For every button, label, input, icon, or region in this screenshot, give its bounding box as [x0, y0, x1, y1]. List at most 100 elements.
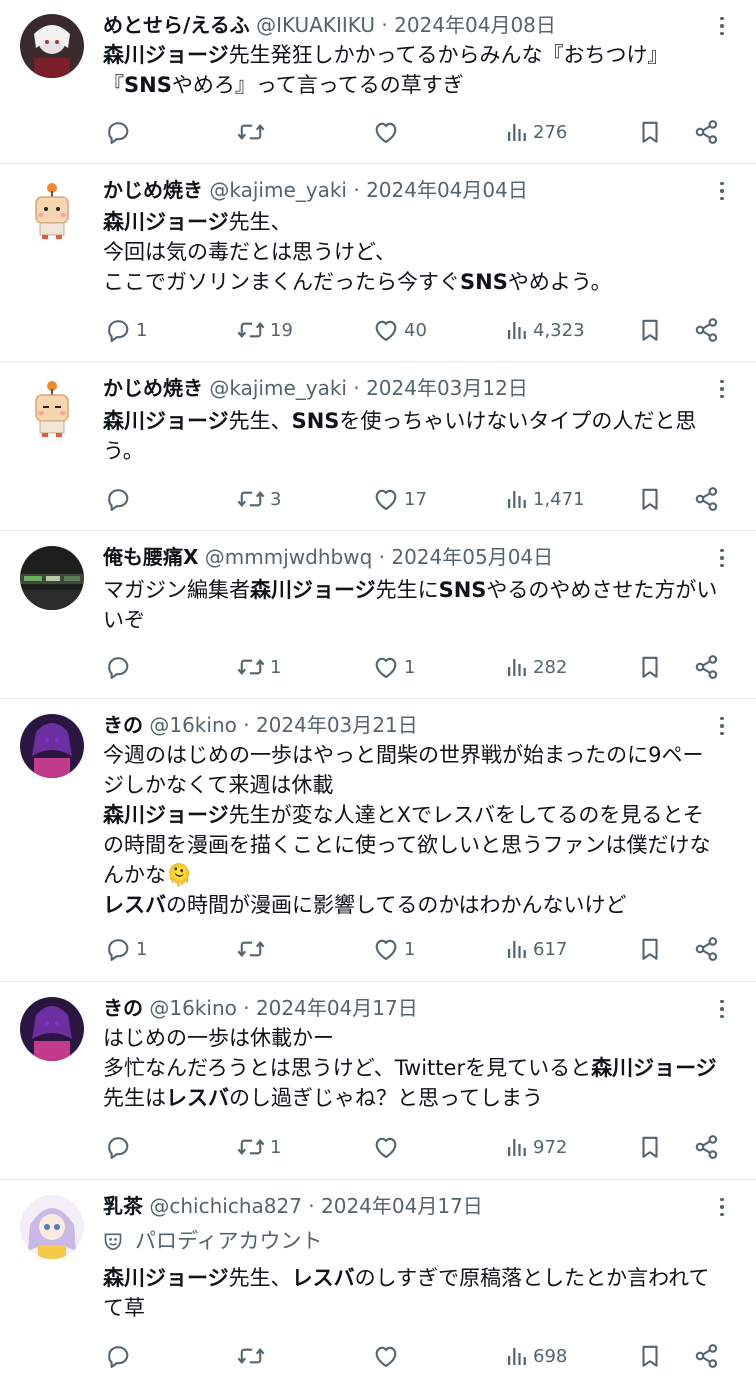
bookmark-icon [637, 935, 663, 963]
display-name[interactable]: 乳茶 [103, 1194, 143, 1218]
bookmark-button[interactable] [637, 1127, 663, 1167]
more-icon[interactable] [712, 997, 732, 1021]
share-button[interactable] [693, 929, 721, 969]
more-icon[interactable] [712, 377, 732, 401]
bookmark-button[interactable] [637, 310, 663, 350]
username[interactable]: @mmmjwdhbwq [205, 545, 372, 569]
tweet-header: かじめ焼き @kajime_yaki · 2024年03月12日 [103, 373, 706, 403]
separator-dot: · [346, 376, 367, 400]
retweet-button[interactable] [236, 929, 270, 969]
tweet[interactable]: めとせら/えるふ @IKUAKIIKU · 2024年04月08日 森川ジョージ… [0, 0, 756, 164]
retweet-button[interactable] [236, 112, 270, 152]
timestamp[interactable]: 2024年04月17日 [256, 996, 418, 1020]
tweet[interactable]: きの @16kino · 2024年03月21日 今週のはじめの一歩はやっと間柴… [0, 700, 756, 982]
more-icon[interactable] [712, 179, 732, 203]
avatar[interactable] [20, 14, 84, 78]
text-segment: SNS [124, 73, 172, 97]
like-button[interactable] [372, 1336, 404, 1376]
timestamp[interactable]: 2024年04月17日 [321, 1194, 483, 1218]
avatar[interactable] [20, 179, 84, 243]
text-segment: いぞ [103, 608, 145, 632]
retweet-button[interactable]: 1 [236, 647, 281, 687]
timestamp[interactable]: 2024年04月08日 [394, 13, 556, 37]
text-segment: SNS [291, 409, 340, 433]
display-name[interactable]: めとせら/えるふ [103, 13, 250, 37]
avatar[interactable] [20, 997, 84, 1061]
more-icon[interactable] [712, 14, 732, 38]
display-name[interactable]: きの [103, 713, 143, 737]
reply-button[interactable]: 1 [104, 929, 147, 969]
bookmark-button[interactable] [637, 112, 663, 152]
display-name[interactable]: きの [103, 996, 143, 1020]
display-name[interactable]: かじめ焼き [103, 376, 203, 400]
share-button[interactable] [693, 310, 721, 350]
tweet[interactable]: かじめ焼き @kajime_yaki · 2024年04月04日 森川ジョージ先… [0, 165, 756, 362]
like-button[interactable]: 40 [372, 310, 427, 350]
retweet-icon [236, 653, 266, 681]
more-icon[interactable] [712, 546, 732, 570]
timestamp[interactable]: 2024年04月04日 [366, 178, 528, 202]
retweet-button[interactable]: 19 [236, 310, 293, 350]
share-button[interactable] [693, 479, 721, 519]
timestamp[interactable]: 2024年03月21日 [256, 713, 418, 737]
views-button[interactable]: 972 [505, 1127, 567, 1167]
text-segment: 多忙なんだろうとは思うけど、Twitterを見ていると [103, 1056, 592, 1080]
timestamp[interactable]: 2024年03月12日 [366, 376, 528, 400]
reply-button[interactable] [104, 112, 136, 152]
share-icon [693, 485, 721, 513]
username[interactable]: @chichicha827 [149, 1194, 302, 1218]
bookmark-button[interactable] [637, 1336, 663, 1376]
views-count: 972 [533, 1136, 568, 1158]
like-button[interactable]: 17 [372, 479, 427, 519]
retweet-button[interactable]: 1 [236, 1127, 281, 1167]
share-button[interactable] [693, 647, 721, 687]
bookmark-icon [637, 316, 663, 344]
share-button[interactable] [693, 112, 721, 152]
text-segment: レスバ [103, 893, 166, 917]
display-name[interactable]: かじめ焼き [103, 178, 203, 202]
more-icon[interactable] [712, 714, 732, 738]
avatar[interactable] [20, 714, 84, 778]
like-button[interactable]: 1 [372, 929, 415, 969]
username[interactable]: @16kino [149, 996, 237, 1020]
username[interactable]: @IKUAKIIKU [256, 13, 375, 37]
username[interactable]: @kajime_yaki [209, 178, 347, 202]
avatar[interactable] [20, 1195, 84, 1259]
tweet[interactable]: 乳茶 @chichicha827 · 2024年04月17日 パロディアカウント… [0, 1181, 756, 1380]
share-icon [693, 1342, 721, 1370]
views-button[interactable]: 698 [505, 1336, 567, 1376]
share-button[interactable] [693, 1336, 721, 1376]
retweet-button[interactable] [236, 1336, 270, 1376]
bookmark-button[interactable] [637, 479, 663, 519]
display-name[interactable]: 俺も腰痛X [103, 545, 198, 569]
more-icon[interactable] [712, 1195, 732, 1219]
like-button[interactable]: 1 [372, 647, 415, 687]
reply-button[interactable] [104, 1336, 136, 1376]
views-button[interactable]: 1,471 [505, 479, 585, 519]
share-button[interactable] [693, 1127, 721, 1167]
views-button[interactable]: 4,323 [505, 310, 585, 350]
tweet[interactable]: きの @16kino · 2024年04月17日 はじめの一歩は休載かー 多忙な… [0, 983, 756, 1180]
retweet-icon [236, 485, 266, 513]
avatar[interactable] [20, 377, 84, 441]
retweet-button[interactable]: 3 [236, 479, 281, 519]
views-button[interactable]: 617 [505, 929, 567, 969]
views-button[interactable]: 276 [505, 112, 567, 152]
timestamp[interactable]: 2024年05月04日 [391, 545, 553, 569]
username[interactable]: @kajime_yaki [209, 376, 347, 400]
reply-button[interactable] [104, 479, 136, 519]
views-button[interactable]: 282 [505, 647, 567, 687]
like-button[interactable] [372, 112, 404, 152]
like-button[interactable] [372, 1127, 404, 1167]
tweet[interactable]: 俺も腰痛X @mmmjwdhbwq · 2024年05月04日 マガジン編集者森… [0, 532, 756, 699]
reply-button[interactable] [104, 647, 136, 687]
avatar[interactable] [20, 546, 84, 610]
retweet-count: 1 [270, 656, 282, 678]
views-count: 282 [533, 656, 568, 678]
reply-button[interactable] [104, 1127, 136, 1167]
bookmark-button[interactable] [637, 647, 663, 687]
bookmark-button[interactable] [637, 929, 663, 969]
tweet[interactable]: かじめ焼き @kajime_yaki · 2024年03月12日 森川ジョージ先… [0, 363, 756, 531]
username[interactable]: @16kino [149, 713, 237, 737]
reply-button[interactable]: 1 [104, 310, 147, 350]
